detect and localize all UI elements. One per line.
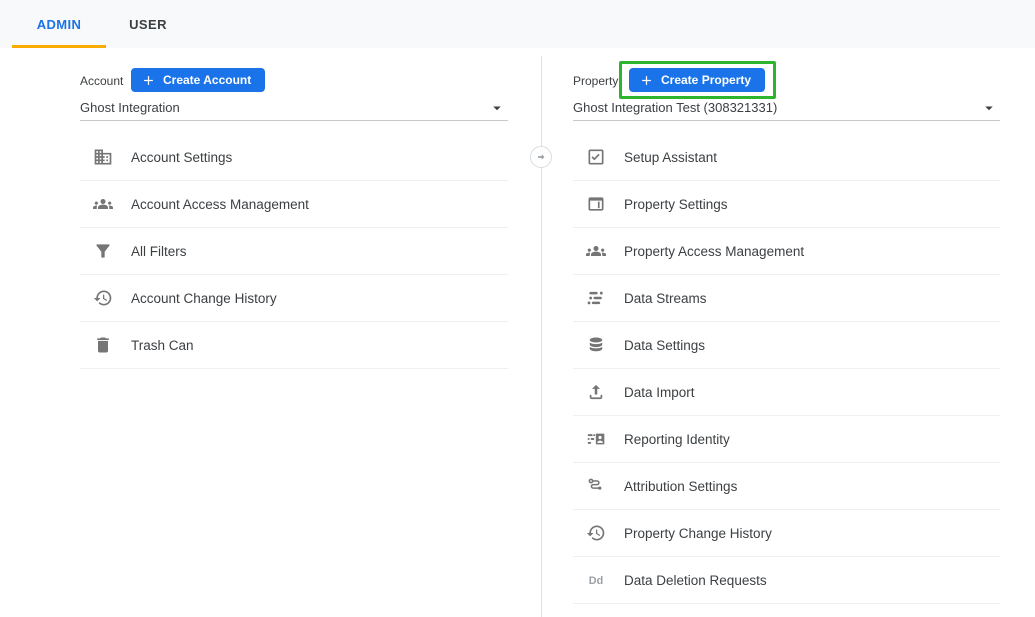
tab-user[interactable]: USER xyxy=(106,0,190,48)
account-section-label: Account xyxy=(80,74,123,88)
account-selector[interactable]: Ghost Integration xyxy=(80,96,508,121)
create-property-button-label: Create Property xyxy=(661,73,751,87)
property-selector-value: Ghost Integration Test (308321331) xyxy=(573,100,777,115)
plus-icon xyxy=(141,73,156,88)
data-streams-icon xyxy=(586,288,606,308)
list-item[interactable]: Account Change History xyxy=(80,275,508,322)
reporting-identity-icon xyxy=(586,429,606,449)
filter-icon xyxy=(93,241,113,261)
trash-icon xyxy=(93,335,113,355)
create-account-button-label: Create Account xyxy=(163,73,251,87)
arrow-right-icon xyxy=(534,150,548,164)
data-deletion-icon xyxy=(586,570,606,590)
chevron-down-icon xyxy=(488,99,506,117)
setup-assistant-icon xyxy=(586,147,606,167)
upload-icon xyxy=(586,382,606,402)
account-column: Account Create Account Ghost Integration… xyxy=(80,48,508,617)
people-icon xyxy=(586,241,606,261)
history-icon xyxy=(93,288,113,308)
list-item[interactable]: Account Settings xyxy=(80,134,508,181)
list-item[interactable]: Trash Can xyxy=(80,322,508,369)
list-item[interactable]: Data Settings xyxy=(573,322,1000,369)
list-item[interactable]: Data Streams xyxy=(573,275,1000,322)
admin-user-tabbar: ADMIN USER xyxy=(0,0,1035,48)
history-icon xyxy=(586,523,606,543)
list-item[interactable]: Attribution Settings xyxy=(573,463,1000,510)
create-account-button[interactable]: Create Account xyxy=(131,68,265,92)
property-settings-icon xyxy=(586,194,606,214)
database-icon xyxy=(586,335,606,355)
ga-admin-page: ADMIN USER Account Create Account Ghost … xyxy=(0,0,1035,617)
property-menu: Setup Assistant Property Settings Proper… xyxy=(573,134,1000,604)
list-item[interactable]: All Filters xyxy=(80,228,508,275)
chevron-down-icon xyxy=(980,99,998,117)
account-selector-value: Ghost Integration xyxy=(80,100,180,115)
column-divider xyxy=(541,56,542,617)
property-selector[interactable]: Ghost Integration Test (308321331) xyxy=(573,96,1000,121)
create-property-button[interactable]: Create Property xyxy=(629,68,765,92)
people-icon xyxy=(93,194,113,214)
expand-column-button[interactable] xyxy=(530,146,552,168)
tab-user-label: USER xyxy=(129,17,167,32)
list-item[interactable]: Property Access Management xyxy=(573,228,1000,275)
list-item[interactable]: Property Settings xyxy=(573,181,1000,228)
list-item[interactable]: Setup Assistant xyxy=(573,134,1000,181)
property-column: Property Create Property Ghost Integrati… xyxy=(573,48,1000,617)
list-item[interactable]: Property Change History xyxy=(573,510,1000,557)
list-item[interactable]: Reporting Identity xyxy=(573,416,1000,463)
list-item[interactable]: Data Import xyxy=(573,369,1000,416)
tab-admin[interactable]: ADMIN xyxy=(12,0,106,48)
property-section-label: Property xyxy=(573,74,618,88)
attribution-icon xyxy=(586,476,606,496)
list-item[interactable]: Account Access Management xyxy=(80,181,508,228)
plus-icon xyxy=(639,73,654,88)
account-menu: Account Settings Account Access Manageme… xyxy=(80,134,508,369)
building-icon xyxy=(93,147,113,167)
tab-admin-label: ADMIN xyxy=(37,17,82,32)
list-item[interactable]: Data Deletion Requests xyxy=(573,557,1000,604)
